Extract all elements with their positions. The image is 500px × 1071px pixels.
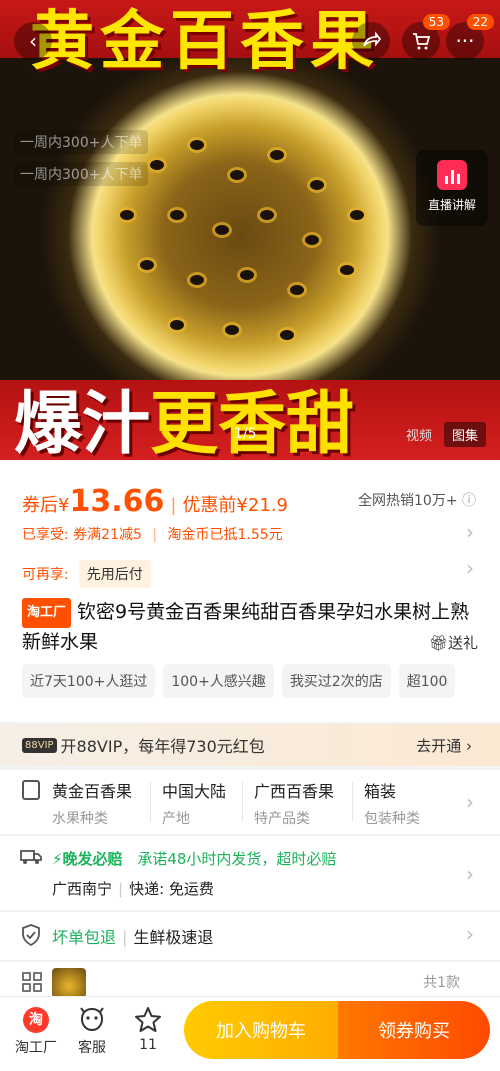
returns-row[interactable]: 坏单包退 | 生鲜极速退 › — [0, 912, 500, 960]
gift-icon: 🎁︎ — [428, 634, 448, 652]
hero-bottom-yellow: 更香甜 — [150, 385, 355, 460]
bad-fruit-guarantee: 坏单包退 — [52, 928, 117, 947]
live-explain-button[interactable]: 直播讲解 — [416, 150, 488, 226]
coins-text: 淘金币已抵1.55元 — [167, 527, 283, 543]
more-icon: ··· — [455, 29, 475, 53]
media-tabs: 视频 图集 — [398, 422, 486, 447]
enjoyed-label: 已享受: — [22, 527, 69, 543]
chevron-right-icon: › — [466, 862, 474, 886]
enjoyed-promo-row[interactable]: 已享受: 券满21减5 | 淘金币已抵1.55元 — [22, 524, 283, 544]
info-icon: ⓘ — [462, 493, 476, 509]
shop-label: 淘工厂 — [15, 1040, 57, 1056]
currency-symbol: ¥ — [58, 495, 70, 516]
tgc-badge: 淘工厂 — [22, 598, 72, 628]
late-compensation-label: ⚡晚发必赔 — [52, 850, 123, 868]
spec-item: 箱装 包装种类 — [364, 782, 420, 827]
more-label: 可再享: — [22, 567, 69, 583]
bottom-action-bar: 淘 淘工厂 客服 11 加入购物车 领券购买 — [0, 996, 500, 1071]
vip-action[interactable]: 去开通 › — [416, 735, 472, 756]
chevron-right-icon: › — [466, 790, 474, 814]
promise-text: 承诺48小时内发货，超时必赔 — [137, 850, 337, 868]
hero-bottom-banner: 爆汁更香甜 — [14, 368, 354, 460]
shield-check-icon — [22, 924, 40, 946]
chevron-right-icon: › — [466, 520, 474, 544]
vip-banner[interactable]: 88VIP 开88VIP，每年得730元红包 去开通 › — [0, 724, 500, 766]
coupon-text: 券满21减5 — [73, 527, 142, 543]
lightning-icon: ⚡ — [52, 850, 63, 868]
spec-item: 广西百香果 特产品类 — [254, 782, 335, 827]
grid-icon — [22, 972, 42, 992]
chevron-right-icon: › — [466, 922, 474, 946]
shop-icon: 淘 — [23, 1007, 49, 1033]
more-button[interactable]: ··· 22 — [446, 14, 494, 60]
live-label: 直播讲解 — [427, 198, 476, 212]
tab-gallery[interactable]: 图集 — [443, 422, 486, 447]
spec-row[interactable]: 黄金百香果 水果种类 中国大陆 产地 广西百香果 特产品类 箱装 包装种类 › — [0, 770, 500, 834]
shipping-details: 广西南宁 | 快递: 免运费 — [52, 880, 214, 898]
sales-info[interactable]: 全网热销10万+ ⓘ — [358, 490, 476, 510]
shop-button[interactable]: 淘 淘工厂 — [8, 1003, 64, 1057]
vip-text: 开88VIP，每年得730元红包 — [60, 737, 265, 756]
fast-refund: 生鲜极速退 — [133, 928, 214, 947]
spec-item: 黄金百香果 水果种类 — [52, 782, 133, 827]
cart-badge: 53 — [422, 14, 450, 30]
hero-bottom-white: 爆汁 — [14, 385, 151, 460]
product-title-text: 钦密9号黄金百香果纯甜百香果孕妇水果树上熟新鲜水果 — [22, 601, 470, 653]
more-promo-row[interactable]: 可再享: 先用后付 — [22, 560, 151, 588]
buy-now-button[interactable]: 领券购买 — [338, 1001, 490, 1059]
sku-count: 共1款 — [423, 975, 460, 991]
favorite-count: 11 — [139, 1037, 157, 1053]
shipping-promise: ⚡晚发必赔 承诺48小时内发货，超时必赔 — [52, 848, 336, 869]
chip[interactable]: 100+人感兴趣 — [163, 664, 274, 698]
hero-top-banner: 黄金百香果 — [30, 5, 380, 79]
truck-icon — [20, 850, 42, 864]
add-to-cart-button[interactable]: 加入购物车 — [184, 1001, 338, 1059]
express-fee: 快递: 免运费 — [129, 880, 214, 898]
vip-badge: 88VIP — [22, 737, 57, 753]
live-icon — [437, 160, 467, 190]
product-title: 淘工厂 钦密9号黄金百香果纯甜百香果孕妇水果树上熟新鲜水果 — [22, 598, 482, 656]
gift-button[interactable]: 🎁︎送礼 — [429, 632, 478, 653]
before-discount-price: 优惠前¥21.9 — [182, 495, 288, 516]
chip[interactable]: 超100 — [398, 664, 456, 698]
image-pager: 1/5 — [234, 426, 257, 442]
back-button[interactable]: ‹ — [14, 22, 52, 60]
chevron-right-icon: › — [466, 556, 474, 580]
star-icon — [135, 1007, 161, 1032]
after-coupon-label: 券后 — [22, 495, 58, 516]
origin: 广西南宁 — [52, 880, 113, 898]
after-coupon-price: 13.66 — [69, 484, 165, 519]
service-button[interactable]: 客服 — [64, 1003, 120, 1057]
gift-label: 送礼 — [447, 634, 478, 652]
message-badge: 22 — [466, 14, 494, 30]
service-label: 客服 — [78, 1040, 106, 1056]
hero-ghost-text: 一周内300+人下单 — [14, 162, 149, 186]
price-row: 券后 ¥ 13.66 | 优惠前¥21.9 — [22, 484, 288, 519]
chevron-left-icon: ‹ — [29, 29, 37, 53]
product-hero-image[interactable]: 黄金百香果 一周内300+人下单 一周内300+人下单 爆汁更香甜 1/5 视频… — [0, 0, 500, 460]
sku-thumbnail[interactable] — [52, 968, 86, 998]
tab-video[interactable]: 视频 — [398, 422, 440, 447]
share-button[interactable] — [352, 22, 390, 60]
returns-text: 坏单包退 | 生鲜极速退 — [52, 928, 214, 947]
chip[interactable]: 我买过2次的店 — [281, 664, 391, 698]
hero-ghost-text: 一周内300+人下单 — [14, 130, 149, 154]
favorite-button[interactable]: 11 — [120, 1003, 176, 1053]
spec-item: 中国大陆 产地 — [162, 782, 227, 827]
share-icon — [363, 31, 381, 47]
shipping-row[interactable]: ⚡晚发必赔 承诺48小时内发货，超时必赔 广西南宁 | 快递: 免运费 › — [0, 836, 500, 910]
customer-service-icon — [80, 1007, 104, 1032]
clipboard-icon — [22, 780, 40, 800]
pay-later-tag: 先用后付 — [78, 560, 151, 588]
cart-button[interactable]: 53 — [402, 14, 450, 60]
sold-count: 全网热销10万+ — [358, 493, 458, 509]
social-proof-chips: 近7天100+人逛过 100+人感兴趣 我买过2次的店 超100 — [22, 664, 500, 698]
cart-icon — [413, 33, 431, 50]
chip[interactable]: 近7天100+人逛过 — [22, 664, 156, 698]
